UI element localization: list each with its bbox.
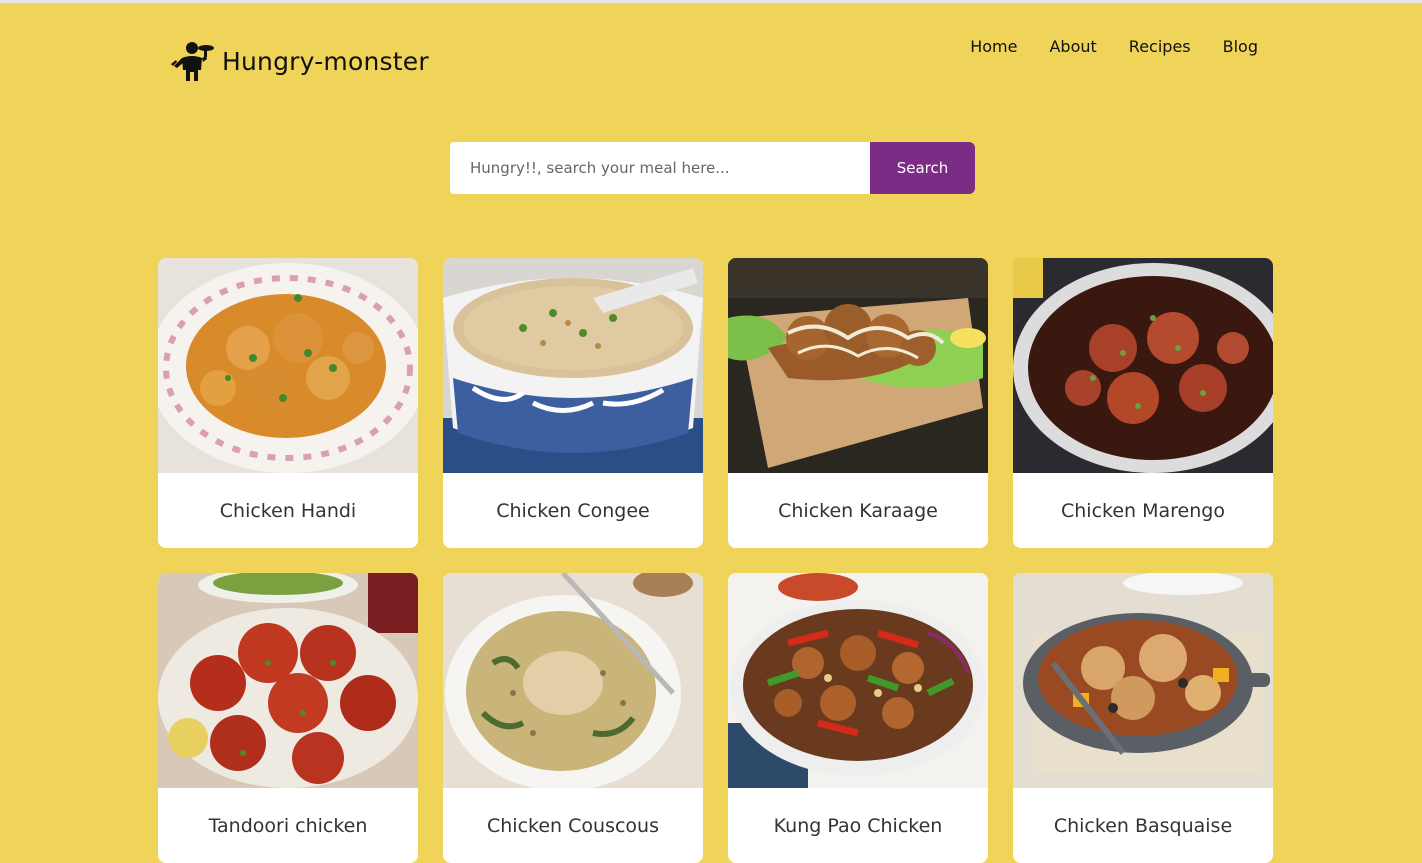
nav-recipes[interactable]: Recipes	[1129, 36, 1191, 58]
meal-photo	[443, 573, 703, 791]
meal-photo	[728, 573, 988, 788]
meal-name: Chicken Couscous	[487, 814, 659, 837]
site-header: Hungry-monster Home About Recipes Blog	[0, 0, 1422, 110]
meal-card[interactable]: Chicken Handi	[158, 258, 418, 548]
meal-name: Chicken Karaage	[778, 499, 938, 522]
meal-name: Chicken Basquaise	[1053, 814, 1233, 837]
brand-name: Hungry-monster	[222, 46, 429, 76]
nav-home[interactable]: Home	[970, 36, 1017, 58]
meal-card[interactable]: Chicken Basquaise	[1013, 573, 1273, 863]
meal-photo	[443, 258, 703, 473]
meal-name: Tandoori chicken	[208, 814, 368, 837]
search-bar: Search	[450, 142, 975, 194]
search-button[interactable]: Search	[870, 142, 975, 194]
meal-card[interactable]: Tandoori chicken	[158, 573, 418, 863]
search-input[interactable]	[450, 142, 870, 194]
meal-photo	[728, 258, 988, 473]
meal-card[interactable]: Chicken Marengo	[1013, 258, 1273, 548]
meal-photo	[158, 258, 418, 473]
meal-card[interactable]: Chicken Couscous	[443, 573, 703, 863]
meal-photo	[1013, 573, 1273, 788]
meal-grid: Chicken Handi Chicken Congee Chicken Kar…	[158, 258, 1273, 863]
nav-blog[interactable]: Blog	[1223, 36, 1258, 58]
meal-card[interactable]: Chicken Karaage	[728, 258, 988, 548]
meal-name: Chicken Marengo	[1061, 499, 1225, 522]
brand[interactable]: Hungry-monster	[168, 40, 429, 82]
nav-about[interactable]: About	[1049, 36, 1096, 58]
chef-holding-tray-icon	[168, 40, 216, 82]
meal-photo	[1013, 258, 1273, 473]
meal-name: Chicken Handi	[219, 499, 357, 522]
meal-card[interactable]: Kung Pao Chicken	[728, 573, 988, 863]
meal-photo	[158, 573, 418, 788]
meal-name: Chicken Congee	[496, 499, 650, 522]
meal-name: Kung Pao Chicken	[773, 814, 943, 837]
main-nav: Home About Recipes Blog	[970, 36, 1258, 58]
meal-card[interactable]: Chicken Congee	[443, 258, 703, 548]
